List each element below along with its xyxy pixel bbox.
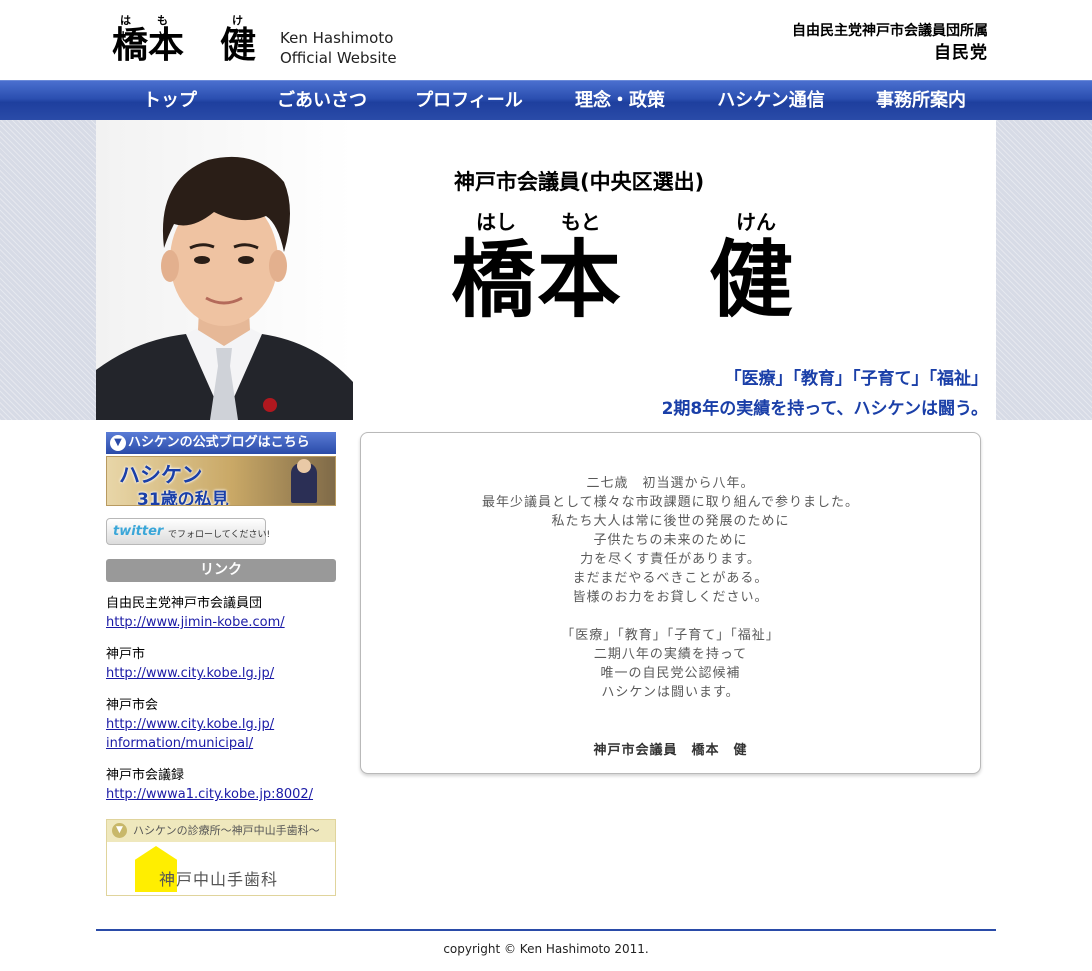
twitter-logo: twitter: [113, 524, 164, 539]
clinic-banner[interactable]: ▼ ハシケンの診療所～神戸中山手歯科～ 神戸中山手歯科: [106, 819, 336, 896]
footer-divider: [96, 929, 996, 931]
link-item: 自由民主党神戸市会議員団 http://www.jimin-kobe.com/: [106, 594, 285, 632]
message-line: 二期八年の実績を持って: [593, 647, 748, 662]
link-item: 神戸市会議録 http://wwwa1.city.kobe.jp:8002/: [106, 766, 313, 804]
hero-name: 橋本 健: [451, 231, 796, 329]
link-name: 神戸市会: [106, 698, 159, 713]
portrait-illustration: [96, 156, 353, 420]
nav-item-office[interactable]: 事務所案内: [862, 81, 980, 120]
twitter-follow-text: でフォローしてください!: [168, 530, 271, 540]
message-line: 二七歳 初当選から八年。: [586, 476, 755, 491]
footer-copyright: copyright © Ken Hashimoto 2011.: [443, 942, 649, 956]
link-name: 自由民主党神戸市会議員団: [106, 596, 263, 611]
message-line: 最年少議員として様々な市政課題に取り組んで参りました。: [482, 495, 859, 510]
message-signature: 神戸市会議員 橋本 健: [593, 743, 748, 758]
link-item: 神戸市 http://www.city.kobe.lg.jp/: [106, 645, 274, 683]
blog-link-bar[interactable]: ▼ ハシケンの公式ブログはこちら: [106, 432, 336, 454]
nav-item-greeting[interactable]: ごあいさつ: [262, 81, 382, 120]
message-line: 力を尽くす責任があります。: [580, 552, 761, 567]
link-url[interactable]: http://www.city.kobe.lg.jp/: [106, 666, 274, 681]
message-line: 皆様のお力をお貸しください。: [572, 590, 769, 605]
message-line: 「医療」「教育」「子育て」「福祉」: [561, 628, 780, 643]
link-url[interactable]: http://wwwa1.city.kobe.jp:8002/: [106, 787, 313, 802]
logo-english: Ken Hashimoto Official Website: [280, 28, 397, 68]
nav-item-top[interactable]: トップ: [110, 81, 230, 120]
blog-banner[interactable]: ハシケン 31歳の私見: [106, 456, 336, 506]
chevron-down-icon: ▼: [110, 435, 126, 451]
link-url-continued[interactable]: information/municipal/: [106, 736, 253, 751]
hero-banner: 神戸市会議員(中央区選出) はし もと けん 橋本 健 「医療」「教育」「子育て…: [96, 120, 996, 420]
nav-item-policy[interactable]: 理念・政策: [558, 81, 682, 120]
message-line: ハシケンは闘います。: [601, 685, 740, 700]
link-url[interactable]: http://www.city.kobe.lg.jp/: [106, 717, 274, 732]
link-name: 神戸市: [106, 647, 146, 662]
logo-english-name: Ken Hashimoto: [280, 29, 394, 47]
message-line: 唯一の自民党公認候補: [600, 666, 741, 681]
nav-item-profile[interactable]: プロフィール: [404, 81, 534, 120]
message-line: まだまだやるべきことがある。: [572, 571, 769, 586]
twitter-follow-button[interactable]: twitter でフォローしてください!: [106, 518, 270, 545]
site-header: はし もと けん 橋本 健 Ken Hashimoto Official Web…: [0, 0, 1092, 80]
link-url[interactable]: http://www.jimin-kobe.com/: [106, 615, 285, 630]
chevron-down-icon: ▼: [112, 823, 127, 838]
clinic-bar: ▼ ハシケンの診療所～神戸中山手歯科～: [107, 820, 335, 842]
clinic-name: 神戸中山手歯科: [159, 870, 279, 889]
links-heading: リンク: [106, 559, 336, 582]
hero-slogan-tagline: 2期8年の実績を持って、ハシケンは闘う。: [661, 399, 988, 419]
link-name: 神戸市会議録: [106, 768, 185, 783]
logo-english-tagline: Official Website: [280, 49, 397, 67]
affiliation-text: 自由民主党神戸市会議員団所属: [792, 23, 988, 39]
message-line: 私たち大人は常に後世の発展のために: [551, 514, 790, 529]
main-nav: トップ ごあいさつ プロフィール 理念・政策 ハシケン通信 事務所案内: [0, 80, 1092, 120]
candidate-portrait: [96, 120, 353, 420]
party-logo: 自民党: [934, 43, 988, 63]
clinic-bar-label: ハシケンの診療所～神戸中山手歯科～: [133, 824, 320, 837]
party-affiliation: 自由民主党神戸市会議員団所属 自民党: [792, 22, 988, 64]
greeting-message-box: 二七歳 初当選から八年。 最年少議員として様々な市政課題に取り組んで参りました。…: [360, 432, 981, 774]
blog-banner-subtitle: 31歳の私見: [137, 490, 229, 506]
blog-link-label: ハシケンの公式ブログはこちら: [128, 435, 310, 450]
nav-item-newsletter[interactable]: ハシケン通信: [705, 81, 837, 120]
logo-name: 橋本 健: [112, 25, 257, 66]
link-item: 神戸市会 http://www.city.kobe.lg.jp/ informa…: [106, 696, 274, 753]
hero-slogan-themes: 「医療」「教育」「子育て」「福祉」: [724, 369, 989, 389]
blog-banner-head: [297, 459, 311, 473]
hero-subtitle: 神戸市会議員(中央区選出): [454, 170, 705, 194]
message-line: 子供たちの未来のために: [593, 533, 748, 548]
